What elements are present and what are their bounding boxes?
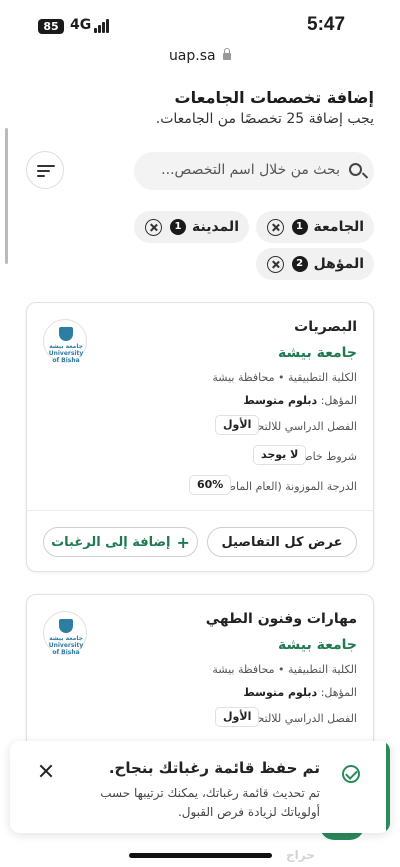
page-subtitle: يجب إضافة 25 تخصصًا من الجامعات. <box>155 111 374 127</box>
university-logo: جامعة بيشة University of Bisha <box>43 611 87 656</box>
chip-label: المدينة <box>192 219 239 235</box>
logo-text: جامعة بيشة University of Bisha <box>48 343 84 364</box>
toast-message: تم تحديث قائمة رغباتك، يمكنك ترتيبها حسب… <box>100 786 320 819</box>
watermark: حراج <box>286 848 315 862</box>
college-location: الكلية التطبيقية • محافظة بيشة <box>212 371 357 384</box>
wishlist-label: إضافة إلى الرغبات <box>51 534 171 550</box>
search-icon <box>349 163 362 176</box>
qualification-value: دبلوم متوسط <box>243 394 318 407</box>
shield-icon <box>59 619 73 633</box>
sort-filter-button[interactable] <box>26 151 64 189</box>
score-label: الدرجة الموزونة (العام الماضي) <box>213 480 357 493</box>
lock-icon <box>223 48 232 60</box>
semester-value: الأول <box>215 707 260 727</box>
remove-chip-icon[interactable] <box>266 255 284 273</box>
university-logo: جامعة بيشة University of Bisha <box>43 319 87 364</box>
remove-chip-icon[interactable] <box>145 218 162 236</box>
semester-label: الفصل الدراسي للالتحاق: <box>241 712 357 725</box>
program-name: مهارات وفنون الطهي <box>205 611 357 627</box>
check-circle-icon <box>342 765 360 783</box>
program-name: البصريات <box>294 319 357 335</box>
chip-count-badge: 2 <box>291 256 308 272</box>
battery-indicator: 85 <box>38 19 64 34</box>
qualification-label: المؤهل: <box>320 394 357 407</box>
divider <box>27 510 373 511</box>
university-name: جامعة بيشة <box>278 345 357 361</box>
search-input[interactable]: بحث من خلال اسم التخصص... <box>134 152 374 190</box>
logo-text: جامعة بيشة University of Bisha <box>48 635 84 656</box>
url-text: uap.sa <box>168 48 216 64</box>
qualification-row: المؤهل: دبلوم متوسط <box>243 686 357 699</box>
chip-count-badge: 1 <box>170 219 186 235</box>
page-title: إضافة تخصصات الجامعات <box>174 88 374 107</box>
address-bar[interactable]: uap.sa <box>0 48 400 76</box>
close-icon[interactable] <box>38 763 54 779</box>
status-bar: 85 4G 5:47 <box>0 0 400 48</box>
home-indicator[interactable] <box>129 853 272 858</box>
view-details-button[interactable]: عرض كل التفاصيل <box>207 527 357 557</box>
program-card: جامعة بيشة University of Bisha البصريات … <box>26 302 374 572</box>
semester-label: الفصل الدراسي للالتحاق: <box>241 420 357 433</box>
network-type: 4G <box>70 17 92 33</box>
chip-count-badge: 1 <box>291 219 308 235</box>
university-name: جامعة بيشة <box>278 637 357 653</box>
toast-title: تم حفظ قائمة رغباتك بنجاح. <box>108 759 320 777</box>
toast-accent-bar <box>386 741 390 833</box>
college-location: الكلية التطبيقية • محافظة بيشة <box>212 663 357 676</box>
score-value: 60% <box>189 475 232 495</box>
chip-label: المؤهل <box>313 256 364 272</box>
signal-icon <box>94 19 110 33</box>
semester-value: الأول <box>215 415 260 435</box>
search-placeholder: بحث من خلال اسم التخصص... <box>161 162 340 178</box>
plus-icon: + <box>176 532 190 552</box>
chip-label: الجامعة <box>313 219 364 235</box>
conditions-value: لا يوجد <box>253 445 307 465</box>
filter-chip-university[interactable]: الجامعة 1 <box>256 211 374 243</box>
scrollbar[interactable] <box>5 128 8 264</box>
add-to-wishlist-button[interactable]: + إضافة إلى الرغبات <box>43 527 198 557</box>
qualification-label: المؤهل: <box>320 686 357 699</box>
clock: 5:47 <box>307 14 346 35</box>
qualification-row: المؤهل: دبلوم متوسط <box>243 394 357 407</box>
shield-icon <box>59 327 73 341</box>
remove-chip-icon[interactable] <box>266 218 284 236</box>
success-toast: تم حفظ قائمة رغباتك بنجاح. تم تحديث قائم… <box>10 741 390 833</box>
filter-chip-qualification[interactable]: المؤهل 2 <box>256 248 374 280</box>
qualification-value: دبلوم متوسط <box>243 686 318 699</box>
filter-chip-city[interactable]: المدينة 1 <box>134 211 249 243</box>
